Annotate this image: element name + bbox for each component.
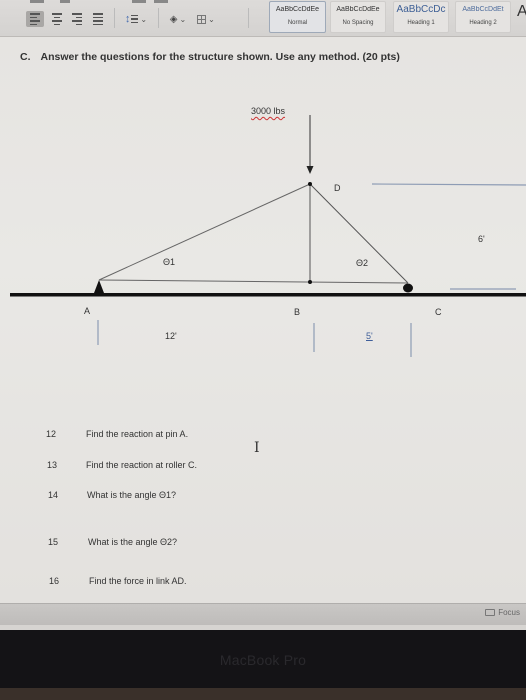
load-arrow-head (306, 166, 314, 174)
ribbon-separator (114, 8, 115, 28)
style-sample: AaBbCcDc (396, 4, 446, 15)
ribbon-fragment (132, 0, 146, 3)
question-number: 16 (49, 576, 60, 586)
focus-label: Focus (498, 608, 520, 617)
style-sample: AaBbCcDdEe (336, 6, 380, 13)
member-ad (98, 183, 311, 281)
ribbon-toolbar: ↕ ⌄ ◈ ⌄ ⌄ AaBbCcDdEe Normal AaBbCcDdEe N… (0, 0, 526, 37)
paint-bucket-icon: ◈ (169, 13, 178, 25)
node-d (308, 182, 312, 186)
device-bezel-label: MacBook Pro (219, 652, 307, 668)
screen: ↕ ⌄ ◈ ⌄ ⌄ AaBbCcDdEe Normal AaBbCcDdEe N… (0, 0, 526, 630)
angle-label-theta2: Θ2 (356, 258, 369, 268)
line-spacing-icon: ↕ (124, 13, 131, 25)
node-label-d: D (334, 183, 341, 193)
node-label-a: A (84, 306, 91, 316)
chevron-down-icon: ⌄ (140, 14, 148, 24)
shading-button[interactable]: ◈ ⌄ (166, 11, 190, 27)
roller-support-c (403, 283, 413, 293)
align-center-icon (52, 13, 62, 25)
style-label: Heading 1 (407, 20, 435, 26)
style-label: Heading 2 (469, 20, 497, 26)
style-label: No Spacing (342, 20, 374, 26)
style-normal[interactable]: AaBbCcDdEe Normal (269, 1, 326, 33)
chevron-down-icon: ⌄ (208, 14, 215, 24)
device-bezel-edge (0, 688, 526, 700)
borders-grid-icon (197, 14, 207, 24)
question-number: 15 (48, 537, 59, 547)
align-left-icon (30, 13, 40, 25)
load-label-text: 3000 lbs (251, 106, 286, 116)
document-page[interactable]: C. Answer the questions for the structure… (0, 37, 526, 603)
chevron-down-icon: ⌄ (179, 14, 187, 24)
node-label-c: C (435, 307, 442, 317)
justify-button[interactable] (89, 11, 107, 27)
dimension-height-label: 6' (478, 234, 485, 244)
status-bar: Focus (0, 603, 526, 625)
ribbon-fragment (154, 0, 168, 3)
node-b (308, 280, 312, 284)
styles-more-glyph[interactable]: A (517, 3, 526, 21)
node-label-b: B (294, 307, 301, 317)
load-label: 3000 lbs (251, 106, 285, 116)
truss-diagram (10, 115, 526, 357)
pin-support-a (94, 280, 104, 293)
ribbon-separator (158, 8, 159, 28)
question-number: 12 (46, 429, 57, 439)
style-heading-2[interactable]: AaBbCcDdEt Heading 2 (455, 1, 511, 33)
align-center-button[interactable] (48, 11, 66, 27)
guide-line-top (371, 183, 526, 186)
ribbon-fragment (30, 0, 44, 3)
angle-label-theta1: Θ1 (163, 257, 176, 267)
style-sample: AaBbCcDdEe (275, 6, 320, 13)
question-text[interactable]: What is the angle Θ2? (88, 537, 177, 547)
align-right-icon (72, 13, 82, 25)
borders-button[interactable]: ⌄ (193, 11, 219, 27)
focus-icon (485, 609, 496, 616)
question-text[interactable]: Find the force in link AD. (89, 576, 187, 586)
style-heading-1[interactable]: AaBbCcDc Heading 1 (393, 1, 449, 33)
question-text[interactable]: Find the reaction at roller C. (86, 460, 197, 470)
style-no-spacing[interactable]: AaBbCcDdEe No Spacing (330, 1, 386, 33)
justify-icon (93, 13, 103, 25)
question-text[interactable]: Find the reaction at pin A. (86, 429, 188, 439)
ground-line (10, 293, 526, 297)
align-left-button[interactable] (26, 11, 44, 27)
dimension-ab-label: 12' (165, 331, 177, 341)
question-text[interactable]: What is the angle Θ1? (87, 490, 176, 500)
question-number: 13 (47, 460, 58, 470)
align-right-button[interactable] (68, 11, 86, 27)
focus-mode-button[interactable]: Focus (485, 608, 520, 617)
question-number: 14 (48, 490, 59, 500)
text-cursor-ibeam-icon: I (254, 440, 260, 456)
member-ac (98, 279, 409, 284)
dimension-bc-label: 5' (366, 331, 373, 341)
style-label: Normal (287, 20, 308, 26)
line-spacing-button[interactable]: ↕ ⌄ (122, 11, 150, 27)
ribbon-fragment (60, 0, 70, 3)
style-sample: AaBbCcDdEt (462, 6, 504, 13)
ribbon-separator (248, 8, 249, 28)
member-dc (309, 183, 409, 284)
